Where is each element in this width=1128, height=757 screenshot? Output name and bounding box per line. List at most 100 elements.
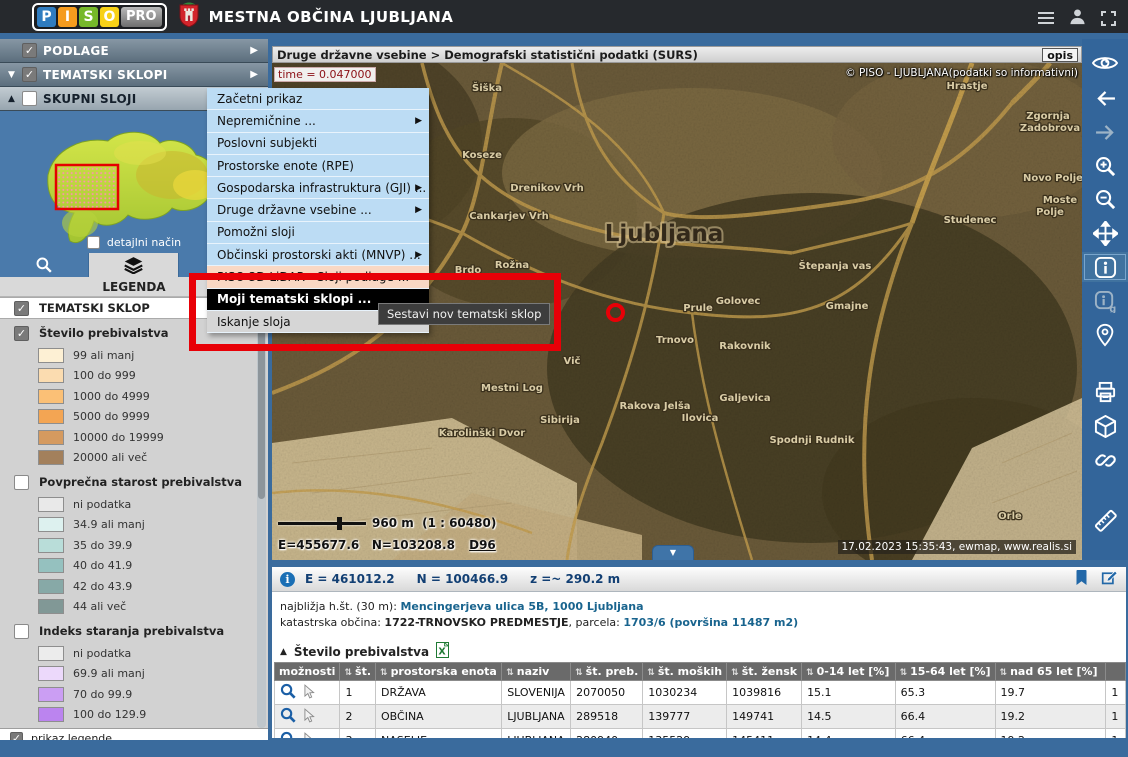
fullscreen-icon[interactable] [1101,11,1116,26]
sidebar-section-podlage[interactable]: ✓PODLAGE▶ [0,39,268,63]
legend-group-checkbox[interactable] [14,475,29,490]
legend-item-label: 35 do 39.9 [73,539,132,552]
section-checkbox[interactable]: ✓ [22,43,37,58]
row-select-cursor-icon[interactable] [304,708,315,726]
menu-icon[interactable] [1038,9,1054,27]
edit-note-icon[interactable] [1101,569,1118,590]
zoom-out-icon[interactable] [1082,184,1128,214]
tab-legend-layers[interactable] [89,253,178,277]
legend-item: 5000 do 9999 [0,407,268,428]
menu-item-label: Iskanje sloja [217,315,291,329]
column-header-0-14-let[interactable]: ⇅0-14 let [%] [802,663,896,681]
render-time-label: time = 0.047000 [274,67,376,82]
cell: 1 [340,681,376,705]
eye-icon[interactable] [1082,48,1128,78]
map-label--tepanja-vas: Štepanja vas [799,259,872,272]
datum-link[interactable]: D96 [469,538,496,552]
column-header-clipped [1106,663,1126,681]
menu-item-ob-inski-prostorski-akti-mnvp[interactable]: Občinski prostorski akti (MNVP) ...▶ [207,244,429,266]
overview-viewport-rect[interactable] [56,165,118,209]
info-icon[interactable] [1082,252,1128,282]
row-zoom-icon[interactable] [280,683,296,702]
bookmark-icon[interactable] [1074,569,1089,590]
column-header-t-ensk[interactable]: ⇅št. žensk [727,663,802,681]
excel-export-icon[interactable]: X [436,642,449,661]
arrow-left-icon[interactable] [1082,83,1128,113]
menu-item-nepremi-nine[interactable]: Nepremičnine ...▶ [207,110,429,132]
zoom-in-icon[interactable] [1082,151,1128,181]
column-header-t-preb[interactable]: ⇅št. preb. [571,663,643,681]
cell: 14.4 [802,729,896,739]
map-copyright: © PISO - LJUBLJANA(podatki so informativ… [845,67,1078,79]
menu-item-za-etni-prikaz[interactable]: Začetni prikaz [207,88,429,110]
menu-item-druge-dr-avne-vsebine[interactable]: Druge državne vsebine ...▶ [207,199,429,221]
legend-item-label: 100 do 999 [73,369,136,382]
map-label-ilovica: Ilovica [682,413,719,424]
legend-item: 99 ali manj [0,345,268,366]
menu-item-pomo-ni-sloji[interactable]: Pomožni sloji [207,222,429,244]
scale-ratio: (1 : 60480) [422,516,496,530]
user-icon[interactable] [1068,7,1087,30]
table-row: 3NASELJELJUBLJANA28094013552914541114.46… [275,729,1126,739]
column-header-t-mo-kih[interactable]: ⇅št. moških [643,663,727,681]
legend-item: 100 do 129.9 [0,705,268,726]
cell: 19.2 [995,729,1106,739]
menu-item-piso-3d-lidar-sloji-podlage[interactable]: PISO 3D LiDAR - Sloji podlage ...▶ [207,266,429,288]
map-label-rakovnik: Rakovnik [719,341,771,352]
menu-item-prostorske-enote-rpe[interactable]: Prostorske enote (RPE) [207,155,429,177]
legend-item-label: 34.9 ali manj [73,518,145,531]
legend-item: 10000 do 19999 [0,427,268,448]
legend-item: 100 do 999 [0,366,268,387]
link-icon[interactable] [1082,445,1128,475]
column-header-prostorska-enota[interactable]: ⇅prostorska enota [376,663,502,681]
map-panel-collapse-button[interactable]: ▼ [652,545,694,560]
ruler-icon[interactable] [1082,505,1128,535]
cube-3d-icon[interactable] [1082,411,1128,441]
tab-search[interactable] [0,253,89,277]
coord-n-value: N = 100466.9 [417,572,508,586]
map-label-karolin-ki-dvor: Karolinški Dvor [439,427,525,439]
detail-mode-checkbox[interactable] [87,236,100,249]
submenu-arrow-icon: ▶ [415,116,422,126]
row-zoom-icon[interactable] [280,731,296,738]
tematski-sklop-checkbox[interactable]: ✓ [14,301,29,316]
legend-item-label: 40 do 41.9 [73,559,132,572]
legend-scrollbar[interactable] [257,297,266,728]
section-checkbox[interactable] [22,91,37,106]
column-header-nad-65-let[interactable]: ⇅nad 65 let [%] [995,663,1106,681]
row-select-cursor-icon[interactable] [304,732,315,739]
cell: 19.2 [995,705,1106,729]
menu-item-label: Druge državne vsebine ... [217,203,372,217]
expand-icon[interactable]: ▼ [8,70,22,80]
menu-item-gospodarska-infrastruktura-gji[interactable]: Gospodarska infrastruktura (GJI) ...▶ [207,177,429,199]
legend-item-label: 44 ali več [73,600,126,613]
print-icon[interactable] [1082,377,1128,407]
cell: 2 [340,705,376,729]
map-label-orle: Orle [998,511,1022,522]
menu-item-poslovni-subjekti[interactable]: Poslovni subjekti [207,133,429,155]
cadastral-municipality: 1722-TRNOVSKO PREDMESTJE [384,616,568,629]
sort-icon: ⇅ [731,668,739,678]
nearest-address-link[interactable]: Mencingerjeva ulica 5B, 1000 Ljubljana [400,600,643,613]
section-checkbox[interactable]: ✓ [22,67,37,82]
sidebar-section-tematski-sklopi[interactable]: ▼✓TEMATSKI SKLOPI▶ [0,63,268,87]
description-button[interactable]: opis [1042,48,1078,62]
row-zoom-icon[interactable] [280,707,296,726]
legend-item-label: 99 ali manj [73,349,134,362]
legend-group-checkbox[interactable]: ✓ [14,326,29,341]
location-pin-icon[interactable] [1082,320,1128,350]
row-select-cursor-icon[interactable] [304,684,315,702]
pan-icon[interactable] [1082,218,1128,248]
breadcrumb: Druge državne vsebine > Demografski stat… [277,48,698,62]
collapse-icon[interactable]: ▲ [8,94,22,104]
sort-icon: ⇅ [647,668,655,678]
legend-swatch [38,579,64,594]
table-section-header[interactable]: ▲ Število prebivalstva X [280,642,449,661]
column-header-t[interactable]: ⇅št. [340,663,376,681]
cell: 15.1 [802,681,896,705]
column-header-naziv[interactable]: ⇅naziv [502,663,571,681]
column-header-15-64-let[interactable]: ⇅15-64 let [%] [895,663,995,681]
piso-pro-logo[interactable]: PISOPRO [32,3,167,31]
legend-group-checkbox[interactable] [14,624,29,639]
parcel-link[interactable]: 1703/6 (površina 11487 m2) [623,616,798,629]
